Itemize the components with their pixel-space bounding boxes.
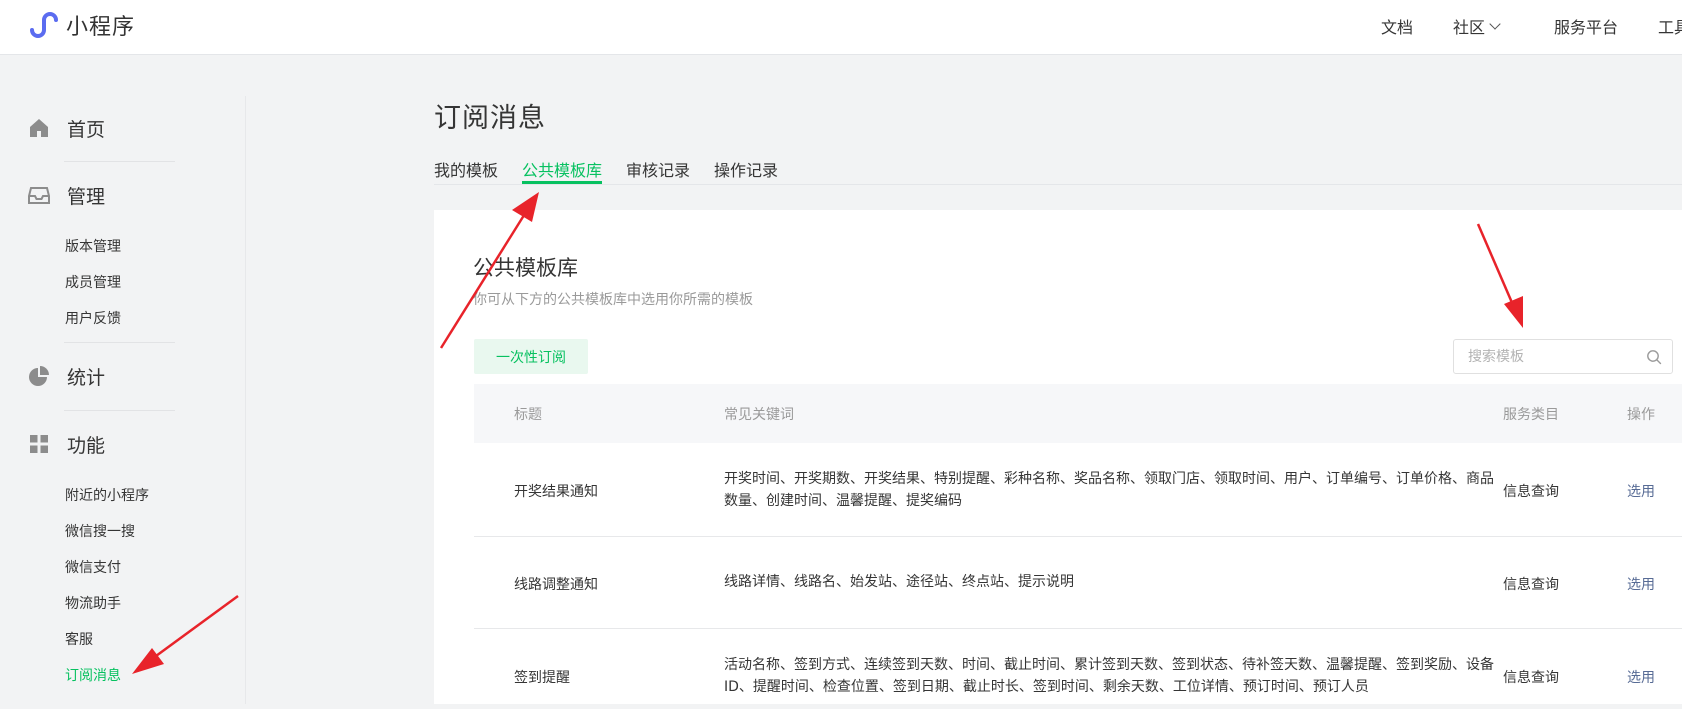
sidebar-item-wechat-pay[interactable]: 微信支付 bbox=[65, 557, 121, 577]
search-box bbox=[1453, 339, 1673, 374]
row-keywords: 线路详情、线路名、始发站、途径站、终点站、提示说明 bbox=[724, 574, 1074, 590]
column-header-category: 服务类目 bbox=[1503, 407, 1559, 423]
column-header-title: 标题 bbox=[514, 407, 542, 423]
tab-review-records[interactable]: 审核记录 bbox=[626, 157, 690, 181]
sidebar-item-manage[interactable]: 管理 bbox=[28, 181, 105, 209]
sidebar-item-user-feedback[interactable]: 用户反馈 bbox=[65, 308, 121, 328]
sidebar-item-subscribe-messages[interactable]: 订阅消息 bbox=[65, 665, 121, 685]
sidebar-item-logistics[interactable]: 物流助手 bbox=[65, 593, 121, 613]
select-template-link[interactable]: 选用 bbox=[1627, 574, 1655, 594]
sidebar-item-customer-service[interactable]: 客服 bbox=[65, 629, 93, 649]
sidebar-item-label: 功能 bbox=[67, 434, 106, 457]
row-keywords: 开奖时间、开奖期数、开奖结果、特别提醒、彩种名称、奖品名称、领取门店、领取时间、… bbox=[724, 471, 1494, 509]
panel-title: 公共模板库 bbox=[473, 256, 578, 280]
logo[interactable]: 小程序 bbox=[26, 9, 135, 41]
table-row: 线路调整通知 线路详情、线路名、始发站、途径站、终点站、提示说明 信息查询 选用 bbox=[474, 537, 1682, 629]
column-header-keywords: 常见关键词 bbox=[724, 407, 794, 423]
pie-chart-icon bbox=[29, 366, 49, 386]
home-icon bbox=[30, 119, 48, 137]
nav-community-label: 社区 bbox=[1453, 18, 1486, 37]
active-tab-indicator bbox=[522, 181, 602, 184]
column-header-action: 操作 bbox=[1627, 407, 1655, 423]
tab-my-templates[interactable]: 我的模板 bbox=[434, 157, 498, 181]
nav-docs[interactable]: 文档 bbox=[1381, 0, 1413, 52]
chevron-down-icon bbox=[1489, 17, 1501, 30]
sidebar-divider bbox=[245, 96, 246, 704]
select-template-link[interactable]: 选用 bbox=[1627, 667, 1655, 687]
table-header: 标题 常见关键词 服务类目 操作 bbox=[474, 384, 1682, 443]
row-category: 信息查询 bbox=[1503, 484, 1559, 500]
row-title: 签到提醒 bbox=[514, 670, 570, 686]
tab-public-template-library[interactable]: 公共模板库 bbox=[522, 157, 602, 181]
row-category: 信息查询 bbox=[1503, 577, 1559, 593]
row-category: 信息查询 bbox=[1503, 670, 1559, 686]
nav-community[interactable]: 社区 bbox=[1453, 0, 1501, 52]
sidebar-separator bbox=[64, 342, 175, 343]
sidebar-item-version-manage[interactable]: 版本管理 bbox=[65, 236, 121, 256]
inbox-icon bbox=[28, 187, 50, 204]
page-title: 订阅消息 bbox=[434, 103, 546, 134]
sidebar-separator bbox=[64, 161, 175, 162]
select-template-link[interactable]: 选用 bbox=[1627, 481, 1655, 501]
row-keywords: 活动名称、签到方式、连续签到天数、时间、截止时间、累计签到天数、签到状态、待补签… bbox=[724, 657, 1494, 695]
tab-operation-records[interactable]: 操作记录 bbox=[714, 157, 778, 181]
sidebar-item-statistics[interactable]: 统计 bbox=[28, 362, 105, 390]
row-title: 开奖结果通知 bbox=[514, 484, 598, 500]
sidebar-separator bbox=[64, 410, 175, 411]
grid-icon bbox=[30, 435, 48, 453]
arrow-to-subscribe-messages-icon bbox=[132, 594, 239, 674]
tabs-divider bbox=[434, 184, 1682, 185]
sidebar-item-label: 统计 bbox=[67, 366, 106, 389]
nav-service-platform[interactable]: 服务平台 bbox=[1554, 0, 1618, 52]
sidebar-item-nearby-miniprogram[interactable]: 附近的小程序 bbox=[65, 485, 149, 505]
sidebar-item-home[interactable]: 首页 bbox=[28, 114, 105, 142]
miniprogram-logo-icon bbox=[30, 12, 58, 38]
sidebar-item-label: 首页 bbox=[67, 118, 106, 141]
table-row: 开奖结果通知 开奖时间、开奖期数、开奖结果、特别提醒、彩种名称、奖品名称、领取门… bbox=[474, 443, 1682, 537]
search-icon[interactable] bbox=[1646, 349, 1662, 365]
row-title: 线路调整通知 bbox=[514, 577, 598, 593]
search-input[interactable] bbox=[1468, 347, 1638, 367]
nav-tools[interactable]: 工具 bbox=[1658, 0, 1682, 52]
sidebar-item-label: 管理 bbox=[67, 185, 106, 208]
app-name: 小程序 bbox=[66, 15, 136, 40]
sidebar-item-features[interactable]: 功能 bbox=[28, 430, 105, 458]
sidebar-item-wechat-search[interactable]: 微信搜一搜 bbox=[65, 521, 135, 541]
one-time-subscribe-button[interactable]: 一次性订阅 bbox=[474, 339, 588, 374]
panel-description: 你可从下方的公共模板库中选用你所需的模板 bbox=[473, 292, 753, 308]
top-bar: 小程序 文档 社区 服务平台 工具 bbox=[0, 0, 1682, 55]
table-row: 签到提醒 活动名称、签到方式、连续签到天数、时间、截止时间、累计签到天数、签到状… bbox=[474, 629, 1682, 709]
sidebar-item-member-manage[interactable]: 成员管理 bbox=[65, 272, 121, 292]
